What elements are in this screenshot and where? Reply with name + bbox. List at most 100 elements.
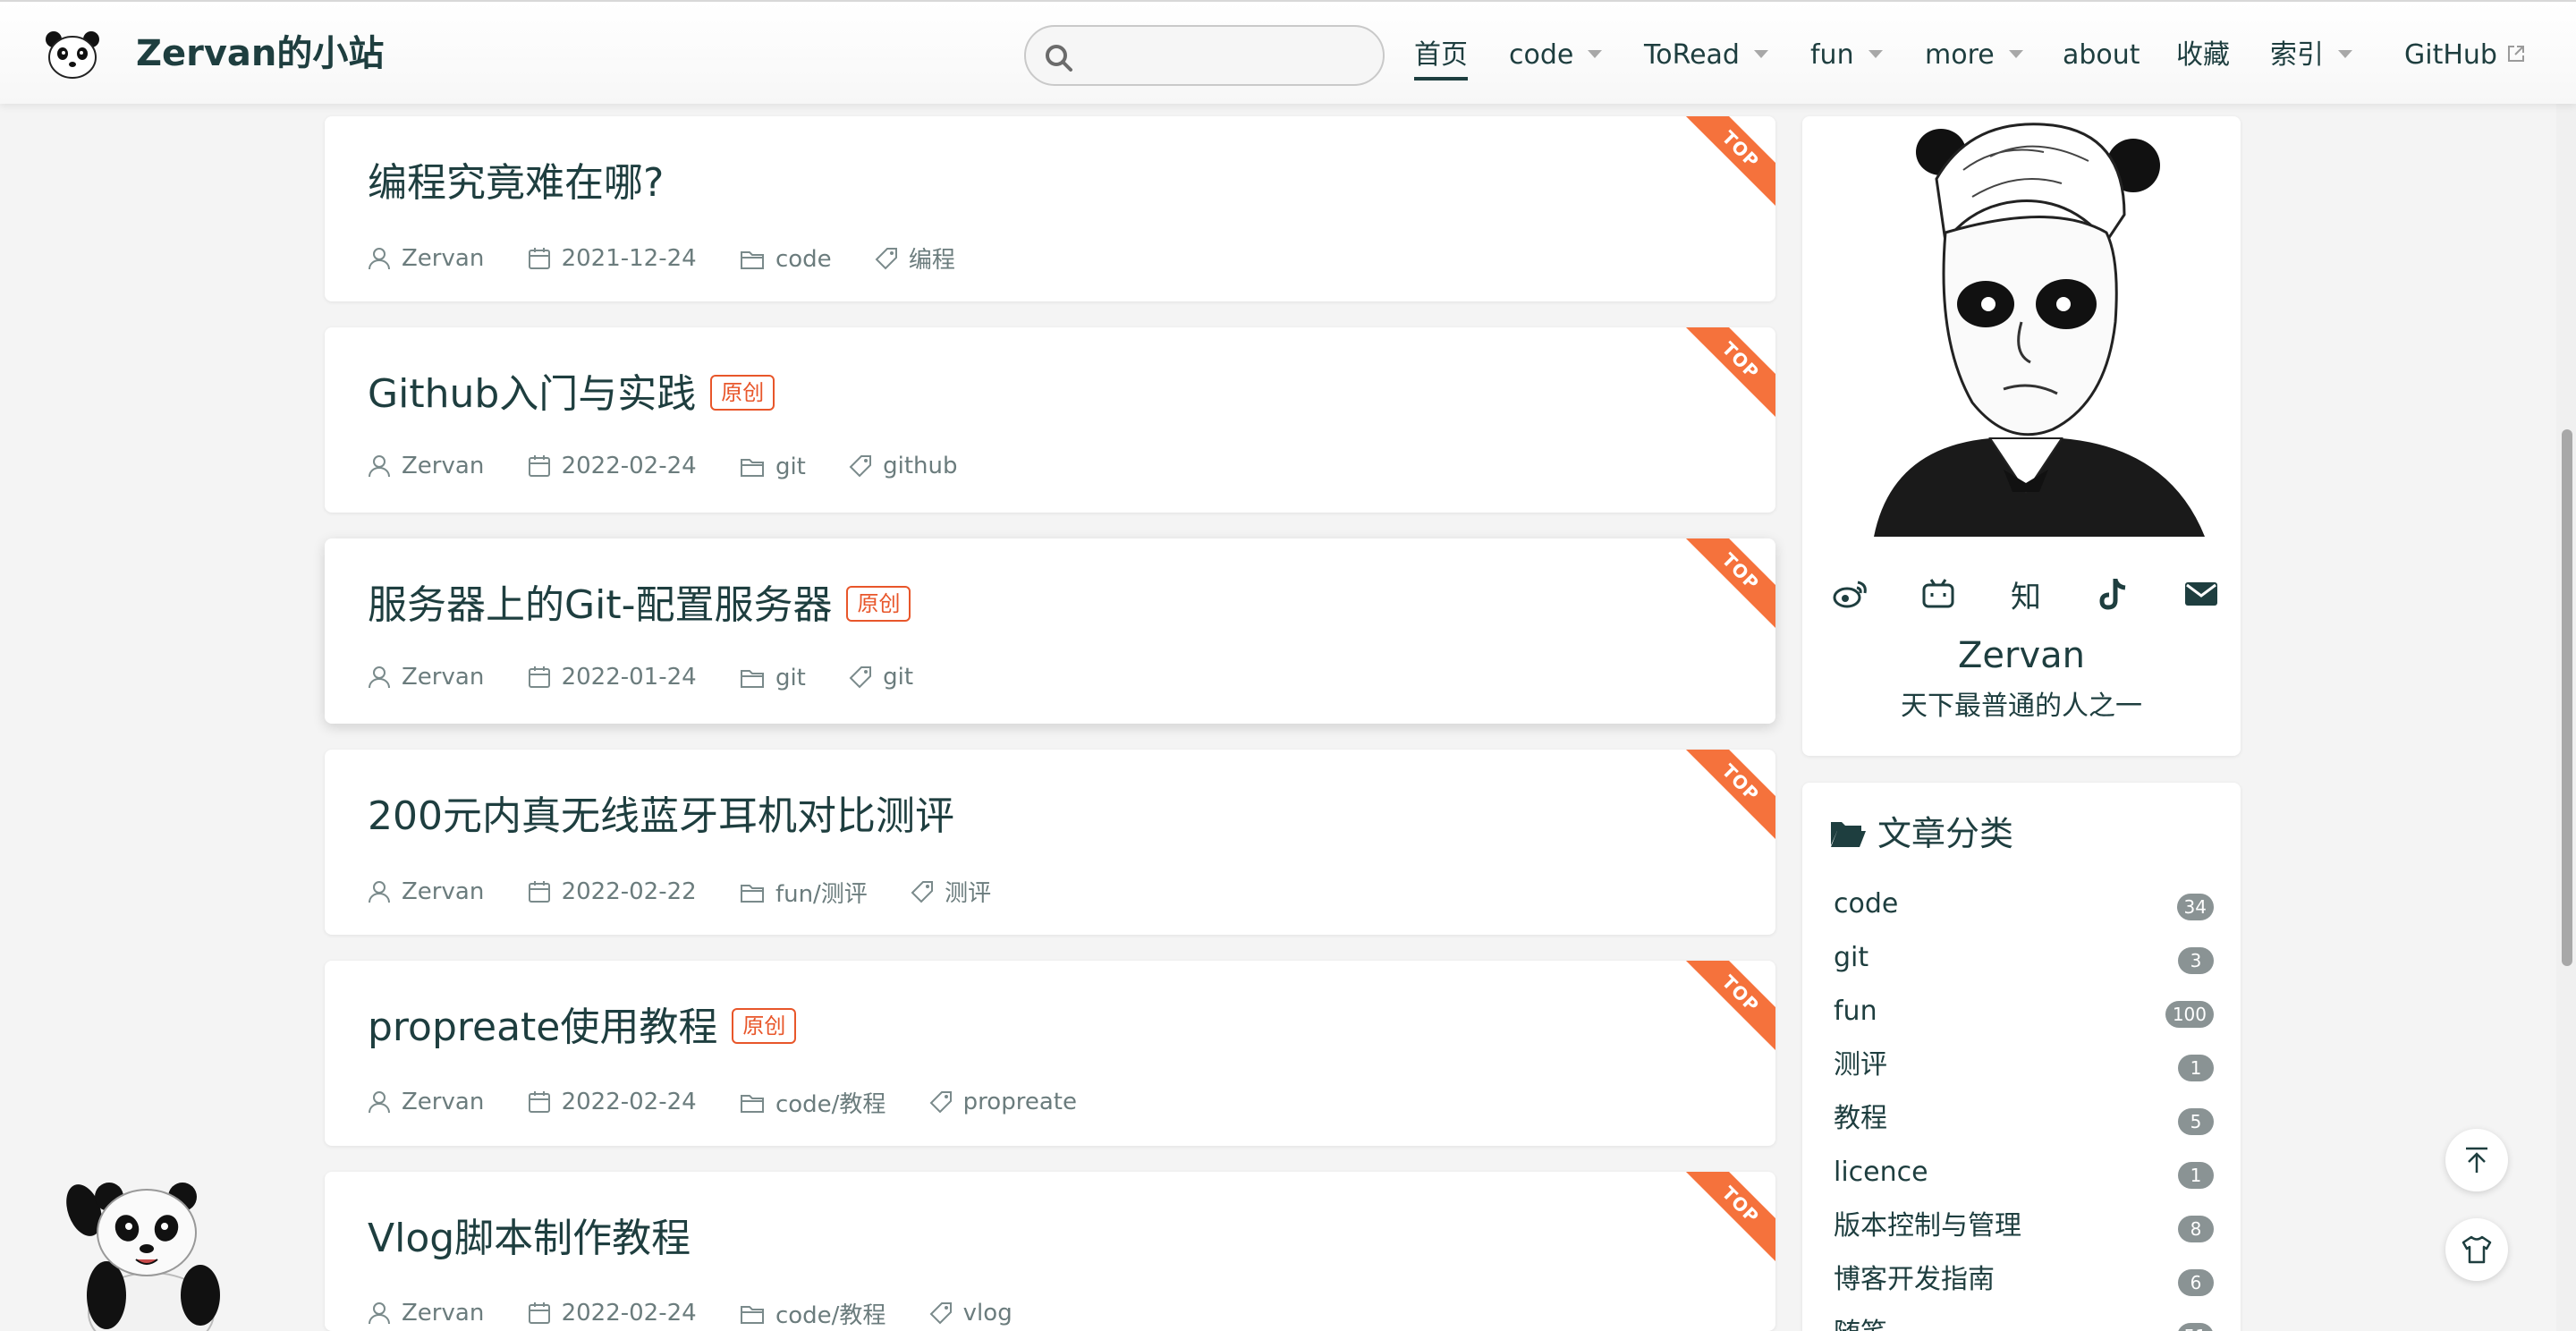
post-card[interactable]: Vlog脚本制作教程 Zervan 2022-02-24 code/教程 vlo… [325, 1172, 1775, 1331]
social-links: 知 [1829, 572, 2217, 617]
panda-mascot[interactable] [57, 1170, 236, 1331]
category-count-badge: 8 [2178, 1216, 2214, 1242]
nav-home[interactable]: 首页 [1414, 34, 1468, 81]
post-title[interactable]: propreate使用教程 原创 [368, 1000, 797, 1055]
category-count-badge: 34 [2176, 894, 2214, 920]
post-card[interactable]: Github入门与实践 原创 Zervan 2022-02-24 git gith… [325, 327, 1775, 513]
tag-meta[interactable]: 测评 [911, 875, 991, 908]
tag-meta[interactable]: vlog [929, 1300, 1013, 1327]
post-card[interactable]: propreate使用教程 原创 Zervan 2022-02-24 code/教… [325, 961, 1775, 1146]
folder-icon [740, 670, 764, 688]
folder-open-icon [1831, 822, 1866, 847]
page-scrollbar[interactable] [2556, 104, 2576, 1331]
category-item[interactable]: code 34 [1834, 881, 2214, 935]
category-count-badge: 51 [2176, 1323, 2214, 1331]
nav-fun[interactable]: fun [1810, 34, 1883, 77]
categories-heading: 文章分类 [1829, 810, 2013, 858]
bilibili-icon[interactable] [1917, 572, 1960, 615]
post-card[interactable]: 200元内真无线蓝牙耳机对比测评 Zervan 2022-02-22 fun/测… [325, 750, 1775, 935]
nav-favorites-label: 收藏 [2176, 39, 2230, 71]
folder-icon [740, 1094, 764, 1113]
post-meta: Zervan 2021-12-24 code 编程 [368, 242, 991, 274]
post-title[interactable]: Vlog脚本制作教程 [368, 1211, 691, 1267]
post-meta: Zervan 2022-02-24 git github [368, 453, 994, 485]
author-name: Zervan [402, 453, 485, 479]
category-meta[interactable]: fun/测评 [740, 876, 868, 909]
post-title[interactable]: 编程究竟难在哪? [368, 156, 664, 211]
tag-meta[interactable]: 编程 [875, 242, 955, 275]
site-title[interactable]: Zervan的小站 [136, 29, 384, 79]
theme-skin-button[interactable] [2445, 1218, 2508, 1281]
author-meta[interactable]: Zervan [368, 1300, 484, 1327]
nav-github[interactable]: GitHub [2404, 34, 2526, 77]
tag-meta[interactable]: github [849, 453, 958, 479]
calendar-icon [528, 880, 550, 903]
tag-icon [849, 666, 872, 689]
calendar-icon [528, 1090, 550, 1113]
post-card[interactable]: 服务器上的Git-配置服务器 原创 Zervan 2022-01-24 git g… [325, 538, 1775, 724]
nav-about[interactable]: about [2063, 34, 2140, 77]
panda-logo-icon[interactable] [43, 29, 102, 81]
post-title[interactable]: 服务器上的Git-配置服务器 原创 [368, 578, 911, 633]
category-meta[interactable]: git [740, 454, 806, 480]
category-name: licence [1834, 1157, 1928, 1188]
profile-card: 知 Zervan 天下最普通的人之一 [1802, 116, 2241, 756]
date-meta: 2022-01-24 [528, 664, 697, 691]
category-item[interactable]: licence 1 [1834, 1149, 2214, 1203]
search-input[interactable] [1089, 36, 1366, 75]
scrollbar-thumb[interactable] [2562, 429, 2572, 966]
top-navbar: Zervan的小站 首页 code ToRead fun more about … [0, 0, 2576, 104]
nav-index-label: 索引 [2270, 39, 2324, 71]
original-badge: 原创 [846, 586, 911, 622]
category-item[interactable]: 版本控制与管理 8 [1834, 1203, 2214, 1257]
search-box[interactable] [1024, 25, 1385, 86]
category-count-badge: 1 [2178, 1055, 2214, 1081]
category-name: git [1834, 942, 1869, 973]
author-meta[interactable]: Zervan [368, 245, 484, 272]
post-title[interactable]: 200元内真无线蓝牙耳机对比测评 [368, 789, 954, 844]
author-meta[interactable]: Zervan [368, 1089, 484, 1115]
original-badge: 原创 [732, 1008, 797, 1044]
caret-down-icon [2008, 50, 2023, 58]
category-item[interactable]: 博客开发指南 6 [1834, 1257, 2214, 1310]
date-meta: 2022-02-24 [528, 1300, 697, 1327]
tiktok-icon[interactable] [2092, 572, 2135, 615]
nav-index[interactable]: 索引 [2270, 34, 2352, 77]
zhihu-label: 知 [2011, 579, 2041, 615]
author-meta[interactable]: Zervan [368, 878, 484, 905]
category-meta[interactable]: code [740, 246, 832, 273]
post-title-text: 服务器上的Git-配置服务器 [368, 582, 833, 628]
tag-meta[interactable]: propreate [929, 1089, 1077, 1115]
nav-favorites[interactable]: 收藏 [2176, 34, 2230, 77]
post-date: 2022-02-24 [561, 1088, 697, 1115]
date-meta: 2021-12-24 [528, 245, 697, 272]
author-motto: 天下最普通的人之一 [1901, 691, 2142, 722]
nav-fun-label: fun [1810, 39, 1854, 71]
mail-icon[interactable] [2180, 572, 2223, 615]
tag-meta[interactable]: git [849, 664, 913, 691]
category-meta[interactable]: code/教程 [740, 1297, 886, 1330]
category-meta[interactable]: code/教程 [740, 1086, 886, 1119]
zhihu-icon[interactable]: 知 [2004, 572, 2047, 615]
category-item[interactable]: fun 100 [1834, 988, 2214, 1042]
post-date: 2022-02-24 [561, 1299, 697, 1327]
category-meta[interactable]: git [740, 665, 806, 691]
calendar-icon [528, 455, 550, 477]
category-item[interactable]: 随笔 51 [1834, 1310, 2214, 1331]
nav-toread[interactable]: ToRead [1644, 34, 1768, 77]
category-item[interactable]: git 3 [1834, 935, 2214, 988]
search-icon [1046, 45, 1072, 72]
category-item[interactable]: 教程 5 [1834, 1096, 2214, 1149]
category-item[interactable]: 测评 1 [1834, 1042, 2214, 1096]
post-card[interactable]: 编程究竟难在哪? Zervan 2021-12-24 code 编程 TOP [325, 116, 1775, 301]
weibo-icon[interactable] [1829, 572, 1872, 615]
date-meta: 2022-02-24 [528, 1089, 697, 1115]
category-name: fun [1834, 996, 1877, 1027]
author-meta[interactable]: Zervan [368, 453, 484, 479]
nav-more[interactable]: more [1925, 34, 2023, 77]
post-title-text: Vlog脚本制作教程 [368, 1216, 691, 1261]
nav-code[interactable]: code [1509, 34, 1603, 77]
post-title[interactable]: Github入门与实践 原创 [368, 367, 775, 422]
back-to-top-button[interactable] [2445, 1129, 2508, 1191]
author-meta[interactable]: Zervan [368, 664, 484, 691]
